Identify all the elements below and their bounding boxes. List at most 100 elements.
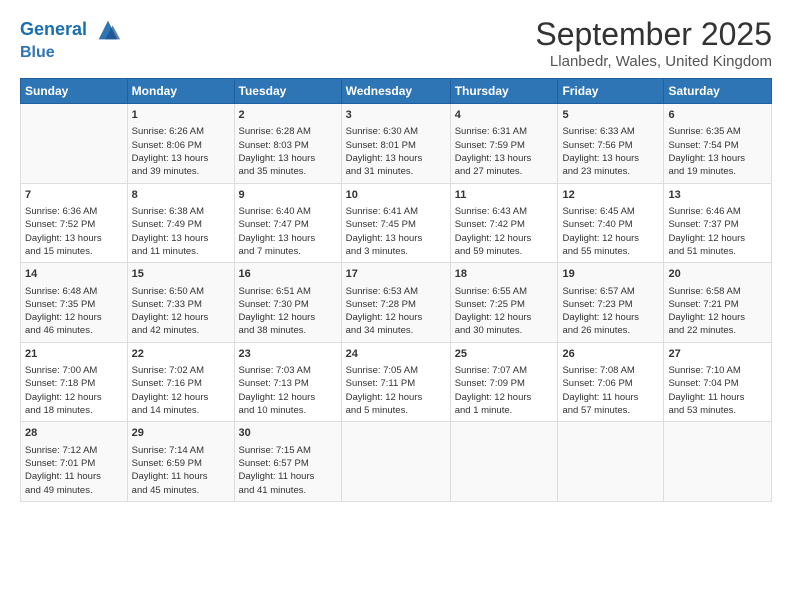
col-tuesday: Tuesday [234, 79, 341, 104]
day-number: 21 [25, 347, 123, 362]
day-info: Sunset: 6:57 PM [239, 457, 337, 470]
day-info: Sunset: 7:28 PM [346, 298, 446, 311]
day-info: Daylight: 12 hours [239, 391, 337, 404]
day-info: and 18 minutes. [25, 404, 123, 417]
day-info: Daylight: 12 hours [25, 391, 123, 404]
calendar-cell: 8Sunrise: 6:38 AMSunset: 7:49 PMDaylight… [127, 183, 234, 263]
col-friday: Friday [558, 79, 664, 104]
day-info: Daylight: 12 hours [455, 232, 554, 245]
day-number: 9 [239, 188, 337, 203]
day-number: 27 [668, 347, 767, 362]
day-info: and 41 minutes. [239, 484, 337, 497]
logo-text: General [20, 16, 122, 44]
day-number: 11 [455, 188, 554, 203]
day-info: Sunset: 7:30 PM [239, 298, 337, 311]
day-number: 12 [562, 188, 659, 203]
day-info: and 45 minutes. [132, 484, 230, 497]
day-info: Sunset: 8:03 PM [239, 139, 337, 152]
col-wednesday: Wednesday [341, 79, 450, 104]
calendar-cell [558, 422, 664, 502]
day-info: Daylight: 13 hours [25, 232, 123, 245]
day-info: Daylight: 12 hours [668, 232, 767, 245]
logo: General Blue [20, 16, 122, 62]
day-info: Sunrise: 6:46 AM [668, 205, 767, 218]
day-info: Daylight: 13 hours [239, 152, 337, 165]
day-info: and 3 minutes. [346, 245, 446, 258]
day-info: Sunset: 7:54 PM [668, 139, 767, 152]
calendar-week-row: 7Sunrise: 6:36 AMSunset: 7:52 PMDaylight… [21, 183, 772, 263]
calendar-cell: 10Sunrise: 6:41 AMSunset: 7:45 PMDayligh… [341, 183, 450, 263]
day-info: Sunset: 7:45 PM [346, 218, 446, 231]
day-info: Sunset: 7:01 PM [25, 457, 123, 470]
day-info: and 11 minutes. [132, 245, 230, 258]
day-info: and 42 minutes. [132, 324, 230, 337]
day-info: Sunset: 7:56 PM [562, 139, 659, 152]
day-info: and 46 minutes. [25, 324, 123, 337]
day-info: Sunrise: 6:50 AM [132, 285, 230, 298]
day-number: 20 [668, 267, 767, 282]
day-info: and 35 minutes. [239, 165, 337, 178]
title-block: September 2025 Llanbedr, Wales, United K… [535, 16, 772, 70]
day-info: Daylight: 12 hours [562, 311, 659, 324]
calendar-week-row: 14Sunrise: 6:48 AMSunset: 7:35 PMDayligh… [21, 263, 772, 343]
day-number: 10 [346, 188, 446, 203]
day-info: Sunset: 7:49 PM [132, 218, 230, 231]
calendar-table: Sunday Monday Tuesday Wednesday Thursday… [20, 78, 772, 502]
day-number: 6 [668, 108, 767, 123]
day-info: Sunset: 7:06 PM [562, 377, 659, 390]
day-info: Daylight: 12 hours [239, 311, 337, 324]
day-info: Daylight: 12 hours [346, 311, 446, 324]
day-info: Daylight: 12 hours [562, 232, 659, 245]
day-info: Sunrise: 6:36 AM [25, 205, 123, 218]
calendar-cell [341, 422, 450, 502]
day-info: and 51 minutes. [668, 245, 767, 258]
day-info: Sunrise: 6:30 AM [346, 125, 446, 138]
day-info: and 22 minutes. [668, 324, 767, 337]
day-info: and 30 minutes. [455, 324, 554, 337]
calendar-cell: 2Sunrise: 6:28 AMSunset: 8:03 PMDaylight… [234, 104, 341, 184]
calendar-cell: 18Sunrise: 6:55 AMSunset: 7:25 PMDayligh… [450, 263, 558, 343]
calendar-cell: 24Sunrise: 7:05 AMSunset: 7:11 PMDayligh… [341, 342, 450, 422]
calendar-cell: 17Sunrise: 6:53 AMSunset: 7:28 PMDayligh… [341, 263, 450, 343]
day-number: 13 [668, 188, 767, 203]
month-title: September 2025 [535, 16, 772, 53]
day-info: Sunrise: 7:03 AM [239, 364, 337, 377]
calendar-cell: 29Sunrise: 7:14 AMSunset: 6:59 PMDayligh… [127, 422, 234, 502]
calendar-header-row: Sunday Monday Tuesday Wednesday Thursday… [21, 79, 772, 104]
day-number: 5 [562, 108, 659, 123]
calendar-cell: 5Sunrise: 6:33 AMSunset: 7:56 PMDaylight… [558, 104, 664, 184]
day-info: Daylight: 11 hours [132, 470, 230, 483]
calendar-week-row: 1Sunrise: 6:26 AMSunset: 8:06 PMDaylight… [21, 104, 772, 184]
day-info: Daylight: 12 hours [132, 391, 230, 404]
day-number: 1 [132, 108, 230, 123]
day-info: Sunrise: 6:26 AM [132, 125, 230, 138]
day-info: Daylight: 11 hours [668, 391, 767, 404]
calendar-cell [21, 104, 128, 184]
day-info: Daylight: 13 hours [668, 152, 767, 165]
day-info: Sunrise: 6:28 AM [239, 125, 337, 138]
calendar-cell: 15Sunrise: 6:50 AMSunset: 7:33 PMDayligh… [127, 263, 234, 343]
calendar-cell: 4Sunrise: 6:31 AMSunset: 7:59 PMDaylight… [450, 104, 558, 184]
calendar-cell: 7Sunrise: 6:36 AMSunset: 7:52 PMDaylight… [21, 183, 128, 263]
day-info: Sunset: 7:16 PM [132, 377, 230, 390]
day-info: Sunset: 7:13 PM [239, 377, 337, 390]
calendar-cell: 19Sunrise: 6:57 AMSunset: 7:23 PMDayligh… [558, 263, 664, 343]
calendar-cell: 1Sunrise: 6:26 AMSunset: 8:06 PMDaylight… [127, 104, 234, 184]
day-info: Sunrise: 7:14 AM [132, 444, 230, 457]
day-info: and 14 minutes. [132, 404, 230, 417]
day-info: Sunrise: 7:15 AM [239, 444, 337, 457]
day-info: Sunset: 7:25 PM [455, 298, 554, 311]
day-info: Daylight: 13 hours [346, 232, 446, 245]
day-info: and 7 minutes. [239, 245, 337, 258]
day-info: and 49 minutes. [25, 484, 123, 497]
calendar-cell: 3Sunrise: 6:30 AMSunset: 8:01 PMDaylight… [341, 104, 450, 184]
day-info: Sunrise: 6:38 AM [132, 205, 230, 218]
calendar-cell: 28Sunrise: 7:12 AMSunset: 7:01 PMDayligh… [21, 422, 128, 502]
day-info: Daylight: 12 hours [668, 311, 767, 324]
calendar-week-row: 28Sunrise: 7:12 AMSunset: 7:01 PMDayligh… [21, 422, 772, 502]
day-number: 22 [132, 347, 230, 362]
calendar-cell: 16Sunrise: 6:51 AMSunset: 7:30 PMDayligh… [234, 263, 341, 343]
day-info: and 23 minutes. [562, 165, 659, 178]
day-info: Sunset: 6:59 PM [132, 457, 230, 470]
calendar-week-row: 21Sunrise: 7:00 AMSunset: 7:18 PMDayligh… [21, 342, 772, 422]
